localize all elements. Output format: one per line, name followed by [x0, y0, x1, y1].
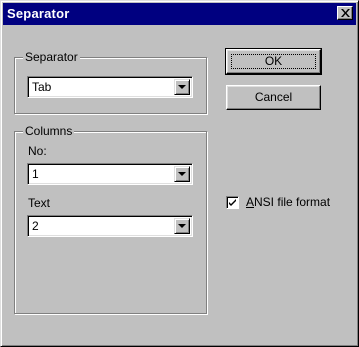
- no-label: No:: [28, 144, 47, 158]
- separator-select[interactable]: Tab: [27, 76, 193, 98]
- ok-button-label: OK: [264, 54, 283, 68]
- window-title: Separator: [7, 6, 70, 21]
- checkmark-icon: [229, 199, 236, 206]
- cancel-button[interactable]: Cancel: [226, 85, 321, 110]
- title-bar: Separator: [3, 3, 356, 25]
- text-dropdown-button[interactable]: [174, 218, 190, 234]
- ansi-checkbox-label[interactable]: ANSI file format: [246, 195, 330, 209]
- ansi-label-rest: NSI file format: [254, 195, 331, 209]
- close-button[interactable]: [337, 6, 353, 20]
- ansi-checkbox[interactable]: [226, 196, 239, 209]
- separator-group: Separator Tab: [14, 50, 207, 114]
- separator-dropdown-button[interactable]: [174, 79, 190, 95]
- ok-button[interactable]: OK: [225, 48, 322, 75]
- close-icon: [341, 9, 350, 17]
- chevron-down-icon: [178, 85, 186, 89]
- chevron-down-icon: [178, 172, 186, 176]
- separator-select-value: Tab: [32, 80, 52, 94]
- ansi-mnemonic: A: [246, 195, 255, 209]
- text-label: Text: [28, 196, 51, 210]
- text-select[interactable]: 2: [27, 215, 193, 237]
- separator-dialog: Separator Separator Tab Columns No: 1 Te…: [0, 0, 359, 347]
- text-select-value: 2: [32, 219, 39, 233]
- no-select-value: 1: [32, 167, 39, 181]
- separator-group-label: Separator: [23, 50, 80, 64]
- chevron-down-icon: [178, 224, 186, 228]
- columns-group: Columns No: 1 Text 2: [14, 124, 207, 314]
- no-select[interactable]: 1: [27, 163, 193, 185]
- no-dropdown-button[interactable]: [174, 166, 190, 182]
- columns-group-label: Columns: [23, 124, 75, 138]
- cancel-button-label: Cancel: [254, 90, 293, 104]
